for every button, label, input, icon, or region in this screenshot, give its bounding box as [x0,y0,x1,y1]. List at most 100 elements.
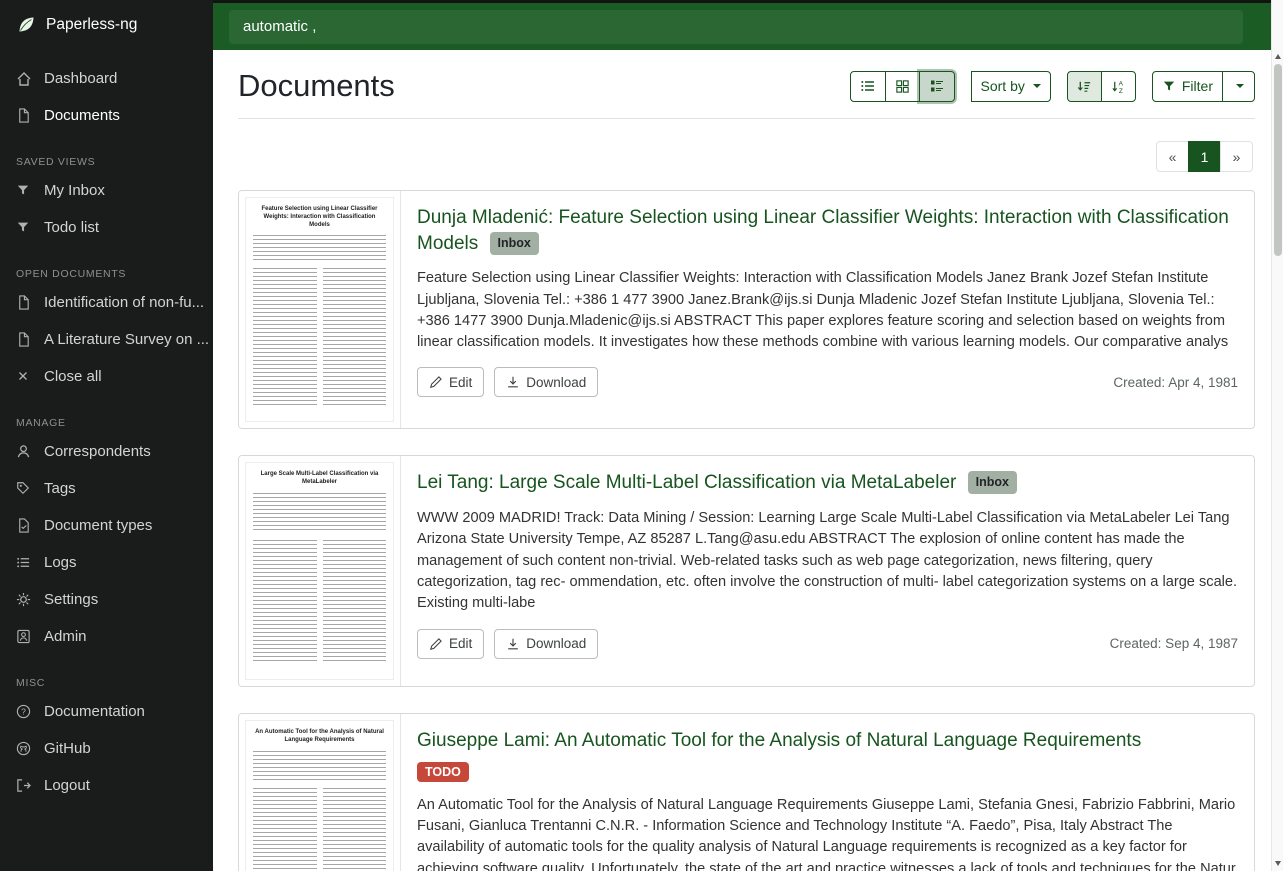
person-icon [16,444,32,460]
section-header-open-documents: OPEN DOCUMENTS [0,262,213,284]
view-toggle-group [850,71,955,102]
sidebar-item-label: Dashboard [44,70,117,87]
sort-descending-button[interactable] [1067,71,1102,102]
sidebar-item-admin[interactable]: Admin [0,618,213,655]
sidebar-item-logs[interactable]: Logs [0,544,213,581]
sidebar-item-correspondents[interactable]: Correspondents [0,433,213,470]
sort-down-icon [1077,79,1092,94]
document-title-link[interactable]: Dunja Mladenić: Feature Selection using … [417,205,1238,256]
tag-badge-inbox[interactable]: Inbox [968,471,1017,494]
sidebar-nav: Dashboard Documents SAVED VIEWS My Inbox… [0,50,213,804]
box-arrow-right-icon [16,778,32,794]
app-logo[interactable]: Paperless-ng [0,0,213,50]
funnel-icon [16,220,32,236]
download-label: Download [526,636,586,651]
thumbnail-title: Large Scale Multi-Label Classification v… [253,471,386,487]
document-card-body: Giuseppe Lami: An Automatic Tool for the… [401,714,1254,871]
sidebar-item-label: GitHub [44,740,91,757]
card-footer: Edit Download Created: Sep 4, 1987 [417,629,1238,659]
scrollbar-thumb[interactable] [1274,64,1282,256]
scroll-down-arrow-icon[interactable] [1275,861,1281,866]
sidebar-item-close-all[interactable]: Close all [0,358,213,395]
pagination: « 1 » [238,119,1255,190]
filter-label: Filter [1182,78,1213,94]
thumbnail-columns [253,540,386,671]
github-icon [16,741,32,757]
card-footer: Edit Download Created: Apr 4, 1981 [417,367,1238,397]
document-excerpt: Feature Selection using Linear Classifie… [417,268,1238,353]
chevron-down-icon [1033,84,1041,88]
thumbnail-textlines [253,493,386,533]
svg-text:Z: Z [1119,88,1123,94]
view-list-button[interactable] [850,71,886,102]
document-card: Large Scale Multi-Label Classification v… [238,455,1255,687]
scroll-up-arrow-icon[interactable] [1275,54,1281,59]
sidebar-item-settings[interactable]: Settings [0,581,213,618]
thumbnail-page: Large Scale Multi-Label Classification v… [245,462,394,680]
download-icon [506,375,520,389]
funnel-icon [1162,79,1176,93]
sort-alpha-button[interactable]: AZ [1101,71,1136,102]
edit-label: Edit [449,375,472,390]
sidebar: Paperless-ng Dashboard Documents SAVED V… [0,0,213,871]
sidebar-item-my-inbox[interactable]: My Inbox [0,172,213,209]
sort-by-dropdown[interactable]: Sort by [971,71,1051,102]
sidebar-item-logout[interactable]: Logout [0,767,213,804]
sidebar-item-github[interactable]: GitHub [0,730,213,767]
section-header-misc: MISC [0,671,213,693]
sidebar-item-label: Documentation [44,703,145,720]
list-icon [16,555,32,571]
document-excerpt: An Automatic Tool for the Analysis of Na… [417,795,1238,871]
filter-dropdown-toggle[interactable] [1222,71,1255,102]
download-button[interactable]: Download [494,367,598,397]
sidebar-item-document-types[interactable]: Document types [0,507,213,544]
sort-by-group: Sort by [971,71,1051,102]
edit-button[interactable]: Edit [417,367,484,397]
sidebar-item-label: Logout [44,777,90,794]
sidebar-item-todo-list[interactable]: Todo list [0,209,213,246]
created-date: Created: Apr 4, 1981 [1113,375,1238,390]
edit-button[interactable]: Edit [417,629,484,659]
scrollbar[interactable] [1271,0,1283,871]
document-thumbnail[interactable]: An Automatic Tool for the Analysis of Na… [239,714,401,871]
sidebar-item-documentation[interactable]: ? Documentation [0,693,213,730]
svg-text:?: ? [21,706,26,716]
sidebar-item-tags[interactable]: Tags [0,470,213,507]
thumbnail-textlines [253,235,386,261]
page-header: Documents [238,68,1255,119]
sidebar-item-label: Admin [44,628,87,645]
file-icon [16,332,32,348]
filter-group: Filter [1152,71,1255,102]
tag-badge-todo[interactable]: TODO [417,762,469,782]
leaf-logo-icon [16,15,36,35]
sidebar-item-label: Settings [44,591,98,608]
pagination-page-1[interactable]: 1 [1188,141,1221,172]
filter-button[interactable]: Filter [1152,71,1223,102]
download-button[interactable]: Download [494,629,598,659]
created-date: Created: Sep 4, 1987 [1110,636,1238,651]
thumbnail-columns [253,268,386,413]
thumbnail-page: An Automatic Tool for the Analysis of Na… [245,720,394,871]
document-thumbnail[interactable]: Large Scale Multi-Label Classification v… [239,456,401,686]
pencil-icon [429,637,443,651]
pagination-next[interactable]: » [1220,141,1253,172]
chevron-down-icon [1236,84,1244,88]
sidebar-item-dashboard[interactable]: Dashboard [0,60,213,97]
tag-badge-inbox[interactable]: Inbox [490,232,539,255]
svg-text:A: A [1119,80,1124,87]
search-input[interactable] [229,10,1243,44]
section-header-saved-views: SAVED VIEWS [0,150,213,172]
document-title-link[interactable]: Giuseppe Lami: An Automatic Tool for the… [417,728,1238,754]
sidebar-item-label: Tags [44,480,76,497]
document-list: Feature Selection using Linear Classifie… [238,190,1255,871]
view-details-button[interactable] [919,71,955,102]
sidebar-item-documents[interactable]: Documents [0,97,213,134]
pagination-prev[interactable]: « [1156,141,1189,172]
document-excerpt: WWW 2009 MADRID! Track: Data Mining / Se… [417,508,1238,614]
sidebar-item-open-document-2[interactable]: A Literature Survey on ... [0,321,213,358]
view-grid-button[interactable] [885,71,920,102]
document-title-link[interactable]: Lei Tang: Large Scale Multi-Label Classi… [417,470,1238,496]
document-thumbnail[interactable]: Feature Selection using Linear Classifie… [239,191,401,428]
tag-icon [16,481,32,497]
sidebar-item-open-document-1[interactable]: Identification of non-fu... [0,284,213,321]
